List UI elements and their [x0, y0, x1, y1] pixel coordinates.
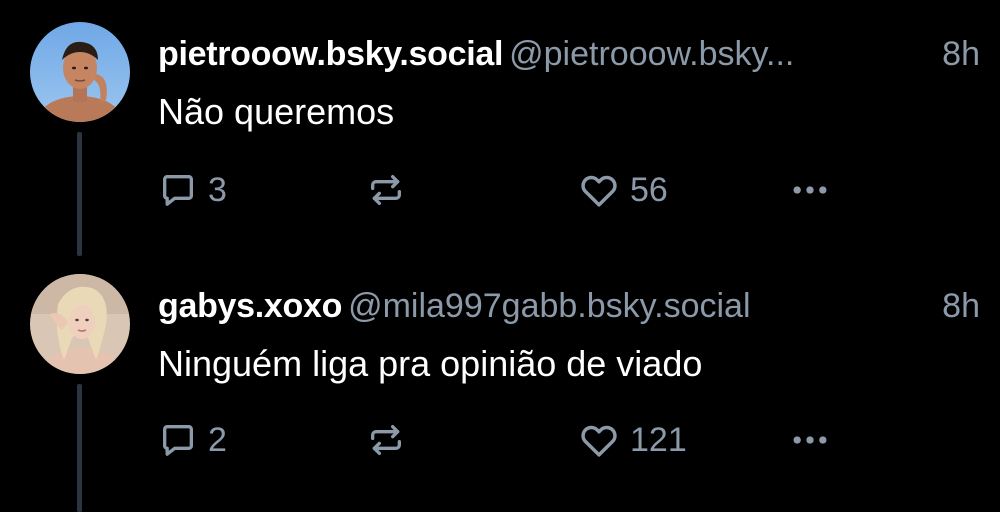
like-button[interactable]: 121: [578, 416, 687, 464]
heart-icon: [578, 169, 620, 211]
like-count: 56: [630, 171, 668, 209]
like-count: 121: [630, 421, 687, 459]
post-text: Ninguém liga pra opinião de viado: [158, 343, 703, 384]
heart-icon: [578, 419, 620, 461]
post[interactable]: gabys.xoxo @mila997gabb.bsky.social 8h Ni…: [0, 256, 1000, 512]
repost-arrows-icon: [366, 420, 406, 460]
post-header: pietrooow.bsky.social @pietrooow.bsky... …: [158, 30, 980, 78]
thread-line: [77, 132, 82, 256]
reply-count: 3: [208, 171, 227, 209]
post-actions: 2 121: [158, 416, 858, 464]
post-actions: 3 56: [158, 166, 858, 214]
repost-arrows-icon: [366, 170, 406, 210]
reply-count: 2: [208, 421, 227, 459]
display-name[interactable]: gabys.xoxo: [158, 287, 342, 325]
like-button[interactable]: 56: [578, 166, 668, 214]
handle[interactable]: @pietrooow.bsky...: [509, 30, 794, 78]
display-name[interactable]: pietrooow.bsky.social: [158, 35, 503, 73]
reply-button[interactable]: 2: [158, 416, 227, 464]
speech-bubble-icon: [158, 170, 198, 210]
repost-button[interactable]: [366, 166, 406, 214]
speech-bubble-icon: [158, 420, 198, 460]
repost-button[interactable]: [366, 416, 406, 464]
more-options-button[interactable]: [788, 416, 832, 464]
post-header: gabys.xoxo @mila997gabb.bsky.social 8h: [158, 282, 980, 330]
ellipsis-icon: [788, 418, 832, 462]
avatar[interactable]: [30, 274, 130, 374]
thread-line: [77, 384, 82, 512]
post[interactable]: pietrooow.bsky.social @pietrooow.bsky... …: [0, 0, 1000, 256]
avatar[interactable]: [30, 22, 130, 122]
reply-button[interactable]: 3: [158, 166, 227, 214]
handle[interactable]: @mila997gabb.bsky.social: [348, 287, 750, 325]
ellipsis-icon: [788, 168, 832, 212]
post-text: Não queremos: [158, 91, 395, 132]
more-options-button[interactable]: [788, 166, 832, 214]
timestamp[interactable]: 8h: [942, 282, 980, 330]
timestamp[interactable]: 8h: [942, 30, 980, 78]
